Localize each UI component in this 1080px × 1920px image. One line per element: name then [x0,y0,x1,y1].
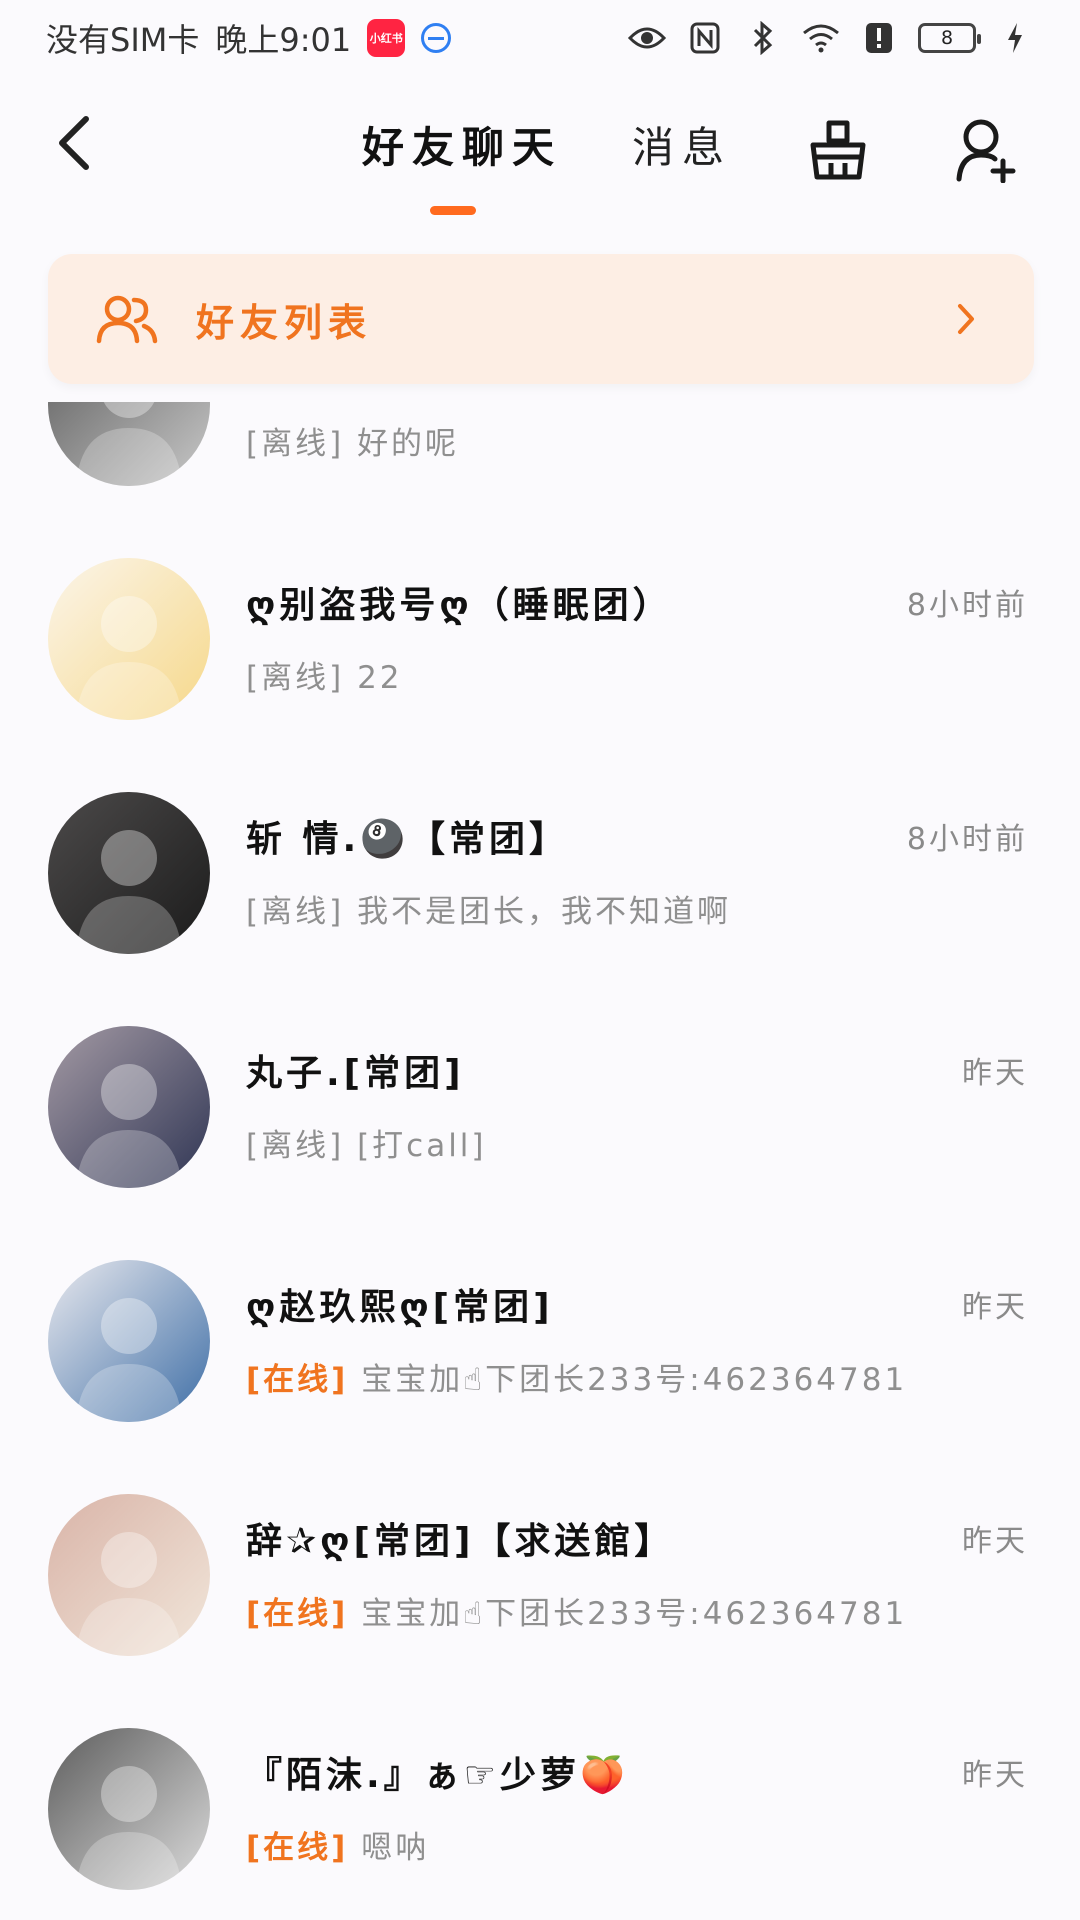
last-message-preview: [在线] 宝宝加☝下团长233号:462364781 [246,1354,907,1399]
chat-list-item[interactable]: 斩 情.🎱【常团】 8小时前 [离线] 我不是团长，我不知道啊 [0,758,1080,992]
friend-avatar[interactable] [48,1260,210,1422]
friend-name: 斩 情.🎱【常团】 [246,819,570,860]
friend-avatar[interactable] [48,1494,210,1656]
friend-avatar[interactable] [48,792,210,954]
battery-icon: 8 [918,23,981,53]
last-message-preview: [在线] 嗯呐 [246,1822,429,1867]
friends-list-label: 好友列表 [196,300,373,345]
carrier-text: 没有SIM卡 [46,21,200,59]
bluetooth-icon [744,19,782,57]
tab-messages[interactable]: 消息 [632,114,732,175]
online-status-label: [离线] [246,660,345,696]
message-text: 22 [357,660,403,696]
chat-list-item[interactable]: ღ别盗我号ღ（睡眠团） 8小时前 [离线] 22 [0,524,1080,758]
friend-avatar[interactable] [48,402,210,486]
chat-list[interactable]: [离线] 好的呢 ღ别盗我号ღ（睡眠团） 8小时前 [离线] 22 斩 情.🎱【常团】 8… [0,402,1080,1920]
friends-icon [96,291,158,347]
chat-list-item[interactable]: [离线] 好的呢 [0,402,1080,524]
eye-icon [628,19,666,57]
nfc-icon [686,19,724,57]
chat-list-item[interactable]: 丸子.[常团] 昨天 [离线] [打call] [0,992,1080,1226]
add-user-icon [956,119,1016,183]
chat-list-item[interactable]: 辞✰ღ[常团]【求送館】 昨天 [在线] 宝宝加☝下团长233号:462364781 [0,1460,1080,1694]
last-message-time: 昨天 [962,1524,1028,1559]
friend-avatar[interactable] [48,1026,210,1188]
message-text: 好的呢 [357,426,460,462]
back-arrow-icon [59,116,89,170]
alert-icon [860,19,898,57]
last-message-preview: [离线] [打call] [246,1120,487,1165]
online-status-label: [离线] [246,426,345,462]
online-status-label: [在线] [246,1362,349,1398]
friend-avatar[interactable] [48,1728,210,1890]
back-button[interactable] [44,108,104,178]
message-text: 我不是团长，我不知道啊 [357,894,732,930]
wifi-icon [802,19,840,57]
online-status-label: [在线] [246,1830,349,1866]
clear-unread-button[interactable] [798,110,878,190]
last-message-preview: [离线] 好的呢 [246,418,459,463]
last-message-time: 昨天 [962,1056,1028,1091]
browser-notification-icon [421,23,452,53]
friends-list-entry[interactable]: 好友列表 [48,254,1034,384]
friend-name: ღ别盗我号ღ（睡眠团） [246,585,673,626]
last-message-preview: [在线] 宝宝加☝下团长233号:462364781 [246,1588,907,1633]
tab-friend-chat[interactable]: 好友聊天 [362,114,562,175]
message-text: 宝宝加☝下团长233号:462364781 [361,1596,908,1632]
friend-name: ღ赵玖熙ღ[常团] [246,1287,554,1328]
app-notification-icon: 小红书 [367,19,406,57]
friend-name: 辞✰ღ[常团]【求送館】 [246,1521,675,1562]
message-text: 嗯呐 [361,1830,430,1866]
last-message-time: 8小时前 [906,588,1028,623]
online-status-label: [在线] [246,1596,349,1632]
online-status-label: [离线] [246,1128,345,1164]
top-nav: 好友聊天 消息 [0,90,1080,220]
message-text: 宝宝加☝下团长233号:462364781 [361,1362,908,1398]
last-message-time: 昨天 [962,1758,1028,1793]
add-friend-button[interactable] [946,110,1026,190]
friend-name: 丸子.[常团] [246,1053,465,1094]
active-tab-indicator [430,206,476,215]
charging-icon [996,19,1034,57]
chat-list-item[interactable]: ღ赵玖熙ღ[常团] 昨天 [在线] 宝宝加☝下团长233号:462364781 [0,1226,1080,1460]
last-message-preview: [离线] 我不是团长，我不知道啊 [246,886,731,931]
friend-avatar[interactable] [48,558,210,720]
friend-name: 『陌沫.』ぁ☞少萝🍑 [246,1755,629,1796]
last-message-time: 昨天 [962,1290,1028,1325]
chevron-right-icon [956,299,986,339]
online-status-label: [离线] [246,894,345,930]
last-message-time: 8小时前 [906,822,1028,857]
broom-icon [810,120,866,180]
chat-list-item[interactable]: 『陌沫.』ぁ☞少萝🍑 昨天 [在线] 嗯呐 [0,1694,1080,1920]
last-message-preview: [离线] 22 [246,652,403,697]
message-text: [打call] [357,1128,487,1164]
status-bar: 没有SIM卡 晚上9:01 小红书 8 [0,0,1080,76]
clock-text: 晚上9:01 [215,21,352,59]
